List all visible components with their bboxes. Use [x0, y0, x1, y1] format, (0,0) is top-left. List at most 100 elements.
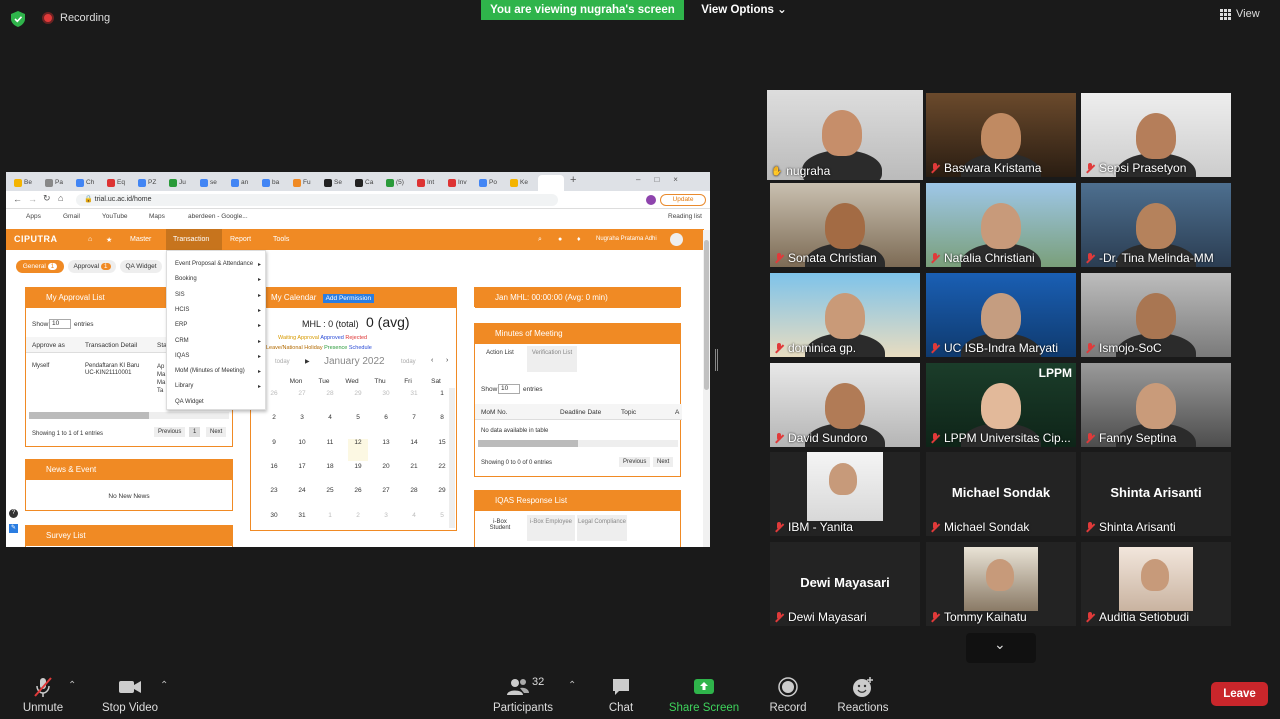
browser-tab[interactable]: Be — [14, 176, 32, 189]
next-button[interactable]: Next — [653, 457, 674, 467]
participant-tile[interactable]: LPPM LPPM Universitas Cip... — [926, 363, 1076, 447]
tab-ibox-employee[interactable]: i-Box Employee — [527, 515, 575, 541]
menu-item[interactable]: ERP — [175, 322, 187, 328]
menu-item[interactable]: Library — [175, 383, 193, 389]
nav-transaction[interactable]: Transaction — [173, 236, 209, 243]
new-tab-icon[interactable]: + — [570, 174, 576, 186]
browser-tab[interactable]: Ke — [510, 176, 528, 189]
browser-tab[interactable]: Ch — [76, 176, 94, 189]
calendar-day[interactable]: 5 — [348, 414, 368, 421]
participant-tile[interactable]: Dewi Mayasari Dewi Mayasari — [770, 542, 920, 626]
view-button[interactable]: View — [1220, 8, 1260, 20]
col-transaction-detail[interactable]: Transaction Detail — [85, 342, 137, 349]
add-permission-button[interactable]: Add Permission — [322, 294, 375, 303]
calendar-day[interactable]: 31 — [404, 390, 424, 397]
bookmark-apps[interactable]: Apps — [26, 213, 41, 220]
browser-tab[interactable]: Fu — [293, 176, 311, 189]
page-scrollbar[interactable] — [703, 230, 710, 547]
tab-approval[interactable]: Approval 1 — [68, 260, 116, 273]
active-tab[interactable] — [538, 175, 564, 191]
menu-item[interactable]: SIS — [175, 292, 185, 298]
menu-item[interactable]: CRM — [175, 338, 189, 344]
tab-general[interactable]: General 1 — [16, 260, 64, 273]
browser-tab[interactable]: ba — [262, 176, 279, 189]
horizontal-scrollbar[interactable] — [478, 440, 678, 447]
user-name[interactable]: Nugraha Pratama Adhi — [596, 236, 657, 242]
col-mom-no[interactable]: MoM No. — [481, 409, 507, 416]
page-1-button[interactable]: 1 — [189, 427, 201, 437]
bookmark-aberdeen[interactable]: aberdeen - Google... — [188, 213, 248, 220]
browser-tab[interactable]: Po — [479, 176, 497, 189]
tab-verification-list[interactable]: Verification List — [527, 346, 577, 372]
participant-tile[interactable]: Auditia Setiobudi — [1081, 542, 1231, 626]
calendar-day[interactable]: 29 — [348, 390, 368, 397]
shared-screen[interactable]: Be Pa Ch Eq PZ Ju se an ba Fu Se Ca (5) Int Inv Po Ke + … — [6, 172, 710, 547]
reload-icon[interactable]: ↻ — [43, 193, 51, 204]
calendar-scrollbar[interactable] — [449, 388, 455, 528]
calendar-day[interactable]: 3 — [376, 512, 396, 519]
calendar-day[interactable]: 13 — [376, 439, 396, 446]
tab-ibox-student[interactable]: i-Box Student — [483, 519, 517, 531]
entries-select[interactable]: 10 — [49, 319, 71, 329]
browser-tab[interactable]: Se — [324, 176, 342, 189]
col-a[interactable]: A — [675, 409, 679, 416]
participant-tile[interactable]: ✋ nugraha — [767, 90, 923, 180]
home-icon[interactable]: ⌂ — [58, 193, 63, 203]
edit-icon[interactable]: ✎ — [9, 524, 18, 533]
more-participants-button[interactable]: ⌄ — [966, 633, 1036, 663]
reactions-button[interactable]: Reactions — [836, 676, 890, 714]
browser-tab[interactable]: an — [231, 176, 248, 189]
participant-tile[interactable]: Tommy Kaihatu — [926, 542, 1076, 626]
previous-button[interactable]: Previous — [619, 457, 651, 467]
tab-qa-widget[interactable]: QA Widget — [120, 260, 162, 273]
browser-tab[interactable]: Inv — [448, 176, 467, 189]
calendar-day[interactable]: 6 — [376, 414, 396, 421]
calendar-day[interactable]: 2 — [264, 414, 284, 421]
ciputra-logo[interactable]: CIPUTRA — [14, 234, 58, 244]
menu-item[interactable]: IQAS — [175, 353, 189, 359]
browser-tab[interactable]: Pa — [45, 176, 63, 189]
calendar-day[interactable]: 21 — [404, 463, 424, 470]
browser-tab[interactable]: Ju — [169, 176, 186, 189]
calendar-day[interactable]: 26 — [264, 390, 284, 397]
browser-tab[interactable]: Int — [417, 176, 434, 189]
calendar-day[interactable]: 18 — [320, 463, 340, 470]
share-screen-button[interactable]: Share Screen — [668, 676, 740, 714]
back-icon[interactable]: ← — [13, 194, 22, 204]
calendar-day[interactable]: 28 — [320, 390, 340, 397]
calendar-day[interactable]: 30 — [376, 390, 396, 397]
horizontal-scrollbar[interactable] — [29, 412, 229, 419]
col-deadline-date[interactable]: Deadline Date — [560, 409, 601, 416]
participant-tile[interactable]: Sepsi Prasetyon — [1081, 93, 1231, 177]
bookmark-gmail[interactable]: Gmail — [63, 213, 80, 220]
prev-icon[interactable]: ‹ — [431, 357, 433, 364]
calendar-day[interactable]: 7 — [404, 414, 424, 421]
profile-avatar[interactable] — [646, 195, 656, 205]
calendar-day[interactable]: 2 — [348, 512, 368, 519]
calendar-day[interactable]: 24 — [292, 487, 312, 494]
participant-tile[interactable]: -Dr. Tina Melinda-MM — [1081, 183, 1231, 267]
next-button[interactable]: Next — [206, 427, 227, 437]
calendar-day[interactable]: 27 — [292, 390, 312, 397]
update-button[interactable]: Update — [660, 194, 706, 206]
calendar-day[interactable]: 28 — [404, 487, 424, 494]
security-shield-icon[interactable] — [11, 11, 25, 27]
next-icon[interactable]: › — [446, 357, 448, 364]
entries-select[interactable]: 10 — [498, 384, 520, 394]
calendar-day[interactable]: 20 — [376, 463, 396, 470]
participant-tile[interactable]: Baswara Kristama — [926, 93, 1076, 177]
calendar-day[interactable]: 1 — [320, 512, 340, 519]
calendar-day[interactable]: 4 — [404, 512, 424, 519]
calendar-day[interactable]: 31 — [292, 512, 312, 519]
drop-icon[interactable]: ♦ — [577, 236, 581, 243]
window-controls[interactable]: –□× — [636, 175, 692, 184]
recording-indicator[interactable]: Recording — [42, 12, 110, 24]
audio-options-caret[interactable]: ⌃ — [68, 680, 76, 691]
nav-tools[interactable]: Tools — [273, 236, 289, 243]
today-button-right[interactable]: today — [401, 359, 416, 365]
home-icon[interactable]: ⌂ — [88, 236, 92, 243]
browser-tab[interactable]: PZ — [138, 176, 156, 189]
participant-tile[interactable]: David Sundoro — [770, 363, 920, 447]
browser-tab[interactable]: se — [200, 176, 217, 189]
menu-item[interactable]: HCIS — [175, 307, 189, 313]
